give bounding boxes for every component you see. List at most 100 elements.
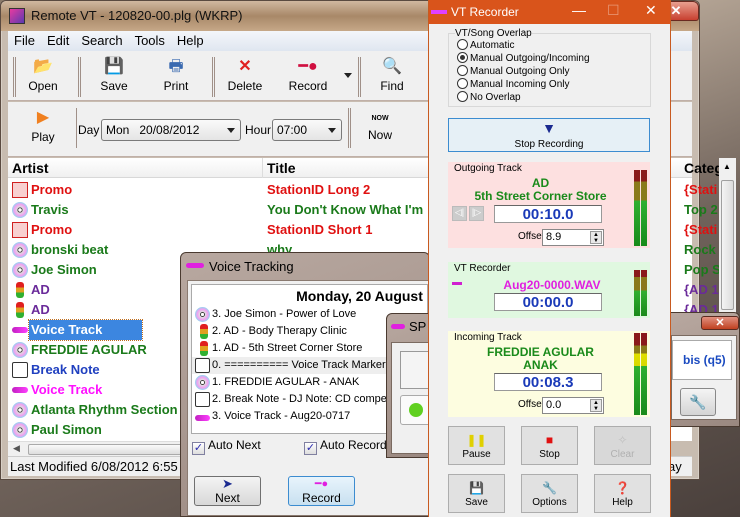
- radio-circle-icon[interactable]: [457, 91, 468, 102]
- notepad-icon: [12, 362, 28, 378]
- stop-recording-button[interactable]: ▼ Stop Recording: [448, 118, 650, 152]
- row-category: Pop S: [684, 262, 721, 277]
- now-icon: NOW: [371, 115, 389, 122]
- maximize-button[interactable]: ☐: [607, 2, 620, 19]
- cd-icon: [195, 307, 210, 322]
- overlap-radio[interactable]: Automatic: [457, 39, 514, 51]
- overlap-radio[interactable]: Manual Outgoing/Incoming: [457, 52, 590, 64]
- auto-next-checkbox[interactable]: ✓ Auto Next: [192, 438, 261, 455]
- scroll-up-arrow[interactable]: ▲: [723, 162, 731, 171]
- overlap-option-label: Manual Incoming Only: [470, 79, 570, 90]
- open-button[interactable]: 📂 Open: [13, 57, 73, 93]
- spin-arrows-icon[interactable]: ▲ ▼: [590, 399, 602, 412]
- menu-edit[interactable]: Edit: [41, 31, 75, 48]
- app-satellite-icon: [9, 8, 25, 24]
- radio-circle-icon[interactable]: [457, 65, 468, 76]
- print-button[interactable]: 🖶 Print: [146, 57, 206, 93]
- auto-record-checkbox[interactable]: ✓ Auto Record: [304, 438, 387, 455]
- forward-button[interactable]: |▷: [469, 206, 484, 221]
- menu-help[interactable]: Help: [171, 31, 210, 48]
- stop-button[interactable]: ■ Stop: [521, 426, 578, 465]
- incoming-offset-value: 0.0: [546, 399, 562, 411]
- radio-circle-icon[interactable]: [457, 39, 468, 50]
- window-title: Remote VT - 120820-00.plg (WKRP): [31, 8, 243, 23]
- printer-icon: 🖶: [168, 58, 184, 75]
- last-modified-text: Last Modified 6/08/2012 6:55 p.m: [10, 459, 203, 474]
- column-artist[interactable]: Artist: [12, 160, 49, 176]
- day-value: Mon 20/08/2012: [106, 123, 200, 137]
- scroll-thumb[interactable]: [721, 180, 734, 310]
- outgoing-offset-spinner[interactable]: 8.9 ▲ ▼: [542, 229, 604, 246]
- minimize-button[interactable]: —: [572, 2, 586, 18]
- row-artist: Break Note: [31, 362, 100, 377]
- rewind-button[interactable]: ◁|: [452, 206, 467, 221]
- voice-track-item-text: 0. ========== Voice Track Marker: [212, 359, 386, 371]
- vt-close-button[interactable]: ✕: [645, 2, 657, 19]
- sp-options-button[interactable]: 🔧: [680, 388, 716, 416]
- microphone-icon: [12, 387, 28, 393]
- row-artist: Atlanta Rhythm Section: [31, 402, 178, 417]
- microphone-icon: [431, 10, 447, 14]
- vt-recorder-panel-label: VT Recorder: [454, 263, 511, 274]
- record-button[interactable]: ━● Record: [278, 57, 338, 93]
- vertical-scrollbar[interactable]: ▲: [719, 158, 736, 328]
- play-label: Play: [31, 130, 55, 144]
- next-button[interactable]: ➤ Next: [194, 476, 261, 506]
- help-button[interactable]: ❓ Help: [594, 474, 651, 513]
- clear-label: Clear: [610, 449, 635, 460]
- vt-record-button[interactable]: ━● Record: [288, 476, 355, 506]
- cd-icon: [12, 342, 28, 358]
- voice-track-item-text: 1. AD - 5th Street Corner Store: [212, 342, 363, 354]
- overlap-radio[interactable]: No Overlap: [457, 91, 521, 103]
- row-category: Rock: [684, 242, 716, 257]
- pause-button[interactable]: ❚❚ Pause: [448, 426, 505, 465]
- vt-record-label: Record: [302, 491, 341, 505]
- play-button[interactable]: ▶ Play: [13, 108, 73, 144]
- spin-arrows-icon[interactable]: ▲ ▼: [590, 231, 602, 244]
- row-artist: Voice Track: [31, 382, 103, 397]
- column-category[interactable]: Categ: [684, 160, 723, 176]
- scroll-left-arrow[interactable]: ◀: [13, 443, 20, 454]
- overlap-option-label: Automatic: [470, 40, 515, 51]
- cd-icon: [12, 262, 28, 278]
- checkmark-icon: ✓: [192, 442, 205, 455]
- overlap-radio[interactable]: Manual Incoming Only: [457, 78, 570, 90]
- sp-close-button[interactable]: ✕: [701, 316, 739, 330]
- now-button[interactable]: NOW Now: [350, 112, 410, 142]
- menu-search[interactable]: Search: [75, 31, 128, 48]
- column-title[interactable]: Title: [267, 160, 296, 176]
- row-title: StationID Long 2: [267, 182, 371, 197]
- hour-select[interactable]: 07:00: [272, 119, 342, 141]
- level-meter-bar: [641, 170, 647, 246]
- overlap-option-label: Manual Outgoing/Incoming: [470, 53, 590, 64]
- vt-recorder-titlebar[interactable]: VT Recorder — ☐ ✕: [429, 0, 670, 24]
- incoming-offset-spinner[interactable]: 0.0 ▲ ▼: [542, 397, 604, 414]
- horizontal-scrollbar[interactable]: ◀: [8, 441, 188, 456]
- incoming-track-label: Incoming Track: [454, 332, 522, 343]
- outgoing-title: 5th Street Corner Store: [474, 189, 607, 203]
- radio-circle-icon[interactable]: [457, 78, 468, 89]
- cd-icon: [12, 402, 28, 418]
- traffic-light-icon: [200, 341, 208, 356]
- outgoing-track-label: Outgoing Track: [454, 163, 522, 174]
- find-button[interactable]: 🔍 Find: [362, 57, 422, 93]
- record-dropdown-arrow[interactable]: [344, 73, 352, 78]
- save-button[interactable]: 💾 Save: [84, 57, 144, 93]
- vt-recorder-panel: VT Recorder Aug20-0000.WAV 00:00.0: [448, 262, 650, 318]
- menu-file[interactable]: File: [8, 31, 41, 48]
- menu-tools[interactable]: Tools: [129, 31, 171, 48]
- clear-button[interactable]: ✧ Clear: [594, 426, 651, 465]
- level-meter-bar: [641, 270, 647, 316]
- row-artist: Promo: [31, 222, 73, 237]
- day-select[interactable]: Mon 20/08/2012: [101, 119, 241, 141]
- microphone-icon: [12, 327, 28, 333]
- hour-label: Hour: [245, 123, 272, 137]
- radio-circle-icon[interactable]: [457, 52, 468, 63]
- options-button[interactable]: 🔧 Options: [521, 474, 578, 513]
- hscroll-thumb[interactable]: [28, 444, 183, 455]
- save-button[interactable]: 💾 Save: [448, 474, 505, 513]
- overlap-radio[interactable]: Manual Outgoing Only: [457, 65, 570, 77]
- overlap-group: VT/Song Overlap Automatic Manual Outgoing…: [448, 28, 651, 107]
- delete-button[interactable]: ✕ Delete: [215, 57, 275, 93]
- cd-icon: [12, 202, 28, 218]
